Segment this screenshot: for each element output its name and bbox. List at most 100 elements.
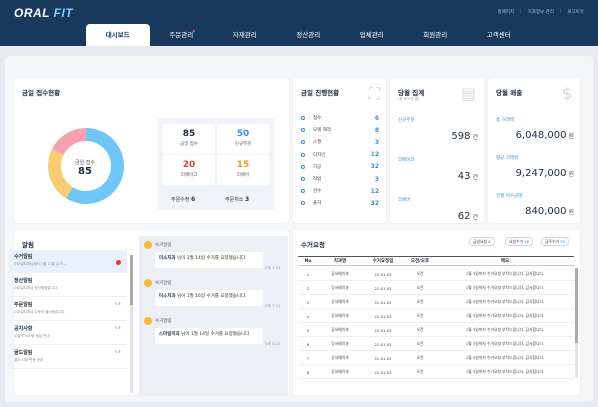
tab-2[interactable]: 자재관리 xyxy=(213,24,277,46)
new-dot xyxy=(193,30,195,32)
count-value: 43 건 xyxy=(410,171,478,182)
summary-pill[interactable]: 금일요청 8 xyxy=(469,237,495,246)
table-cell: 8 xyxy=(306,369,310,375)
alarm-time: 오후 xyxy=(114,326,121,330)
alarm-title: 수거알림 xyxy=(14,254,33,260)
count-unit: 건 xyxy=(472,134,478,141)
table-cell: 오전 xyxy=(416,313,424,318)
chat-bubble: 미소치과 님이 1월 16일 수거를 요청했습니다. xyxy=(155,290,263,306)
alarm-item[interactable]: 정산알림 스마일치과님 정산예정입니다. xyxy=(9,274,127,297)
summary-pill[interactable]: 요청수거 26 xyxy=(505,237,534,246)
alarm-item[interactable]: 주문알림 스마일치과님 주문이 들어왔습니다. 오후 xyxy=(9,298,127,321)
progress-name: 출하 xyxy=(313,201,322,207)
table-cell: 강서예치과 xyxy=(331,327,349,332)
table-scrollbar[interactable] xyxy=(575,268,578,378)
order-edit-label: 주문수정 xyxy=(171,197,190,203)
table-cell: 7 xyxy=(306,355,310,361)
top-links: 홈페이지 | 치과정보 관리 | 로그아웃 xyxy=(498,9,584,15)
progress-item[interactable]: 출하 32 xyxy=(301,198,379,208)
top-link[interactable]: 치과정보 관리 xyxy=(528,9,554,15)
tab-1[interactable]: 주문관리 xyxy=(150,24,214,46)
chat-clinic-name: 스마일치과 xyxy=(159,332,180,337)
pill-label: 요청수거 xyxy=(509,239,523,244)
table-cell: 22.01.03 xyxy=(374,285,392,291)
sales-label: 평균 거래액 xyxy=(496,156,519,161)
top-link[interactable]: 로그아웃 xyxy=(567,9,584,15)
count-unit: 건 xyxy=(472,214,478,221)
pill-value: 26 xyxy=(524,239,530,244)
sales-unit: 원 xyxy=(568,209,574,216)
progress-value: 12 xyxy=(370,187,379,195)
progress-value: 3 xyxy=(374,175,379,183)
alarm-item[interactable]: 공지사항 오랄핏 시스템 점검 안내 오후 xyxy=(9,322,127,345)
count-unit: 건 xyxy=(472,174,478,181)
table-cell: 22.01.03 xyxy=(374,341,392,347)
summary-pill[interactable]: 금주수거 35 xyxy=(541,237,570,246)
alarm-scroll-thumb[interactable] xyxy=(130,255,133,305)
alarm-scrollbar[interactable] xyxy=(130,255,133,393)
tab-0[interactable]: 대시보드 xyxy=(86,24,150,46)
card-title: 수거요청 xyxy=(301,241,325,249)
card-title: 알림 xyxy=(22,241,34,249)
progress-name: 가공 xyxy=(313,164,322,170)
tab-label: 회원관리 xyxy=(423,31,448,39)
progress-item[interactable]: 접수 6 xyxy=(301,113,379,123)
donut-slice-2 xyxy=(51,128,86,155)
tab-4[interactable]: 업체관리 xyxy=(340,24,404,46)
progress-item[interactable]: 작업 3 xyxy=(301,174,379,184)
table-cell: 22.01.03 xyxy=(374,369,392,375)
chat-time: 오후 3:24 xyxy=(264,266,280,270)
alarm-list: 수거알림 스마일치과님께서 1월 14일 수거... 정산알림 스마일치과님 정산예정… xyxy=(9,250,133,390)
progress-item[interactable]: 가공 32 xyxy=(301,162,379,172)
request-table-header: No 치과명 수거요청일 오전/오후 메모 xyxy=(298,256,574,266)
progress-value: 12 xyxy=(370,151,379,159)
count-value: 62 건 xyxy=(410,211,478,222)
table-row[interactable]: 8 강서예치과 22.01.03 오전 1월 3일까지 수거요청 부탁드립니다. 감사합… xyxy=(298,366,574,379)
alarm-detail-panel: 수거알림 미소치과 님이 1월 14일 수거를 요청했습니다. 오후 3:24 수거알… xyxy=(139,236,288,396)
circle-icon xyxy=(301,116,305,120)
alarm-time: 오후 xyxy=(114,350,121,354)
link-separator: | xyxy=(559,9,562,14)
progress-name: 디자인 xyxy=(313,152,326,158)
column-header: No xyxy=(304,258,312,264)
table-cell: 1월 3일까지 수거요청 부탁드립니다. 감사합니다. xyxy=(465,313,545,318)
tab-label: 주문관리 xyxy=(169,31,194,39)
table-row[interactable]: 7 강서예치과 22.01.03 오전 1월 3일까지 수거요청 부탁드립니다. 감사합… xyxy=(298,352,574,365)
alarm-item[interactable]: 수거알림 스마일치과님께서 1월 14일 수거... xyxy=(9,250,127,273)
circle-icon xyxy=(301,189,305,194)
table-row[interactable]: 4 강서예치과 22.01.03 오전 1월 3일까지 수거요청 부탁드립니다. 감사합… xyxy=(298,310,574,323)
alarm-title: 정산알림 xyxy=(14,278,33,284)
table-scroll-thumb[interactable] xyxy=(575,268,578,343)
table-row[interactable]: 6 강서예치과 22.01.03 오전 1월 3일까지 수거요청 부탁드립니다. 감사합… xyxy=(298,338,574,351)
alarm-item[interactable]: 골드알림 골드 시세 변동 안내 오후 xyxy=(9,346,127,369)
table-cell: 오전 xyxy=(416,341,424,346)
progress-item[interactable]: 디자인 12 xyxy=(301,150,379,160)
progress-item[interactable]: 검수 12 xyxy=(301,186,379,196)
table-cell: 강서예치과 xyxy=(331,355,349,360)
oralfit-logo[interactable]: ORAL FIT xyxy=(14,6,73,20)
top-link[interactable]: 홈페이지 xyxy=(498,9,515,15)
table-cell: 3 xyxy=(306,299,310,305)
order-cancel: 주문취소 3 xyxy=(225,196,249,203)
progress-value: 32 xyxy=(370,199,379,207)
chat-sender: 수거알림 xyxy=(155,319,172,324)
tab-3[interactable]: 정산관리 xyxy=(277,24,341,46)
table-row[interactable]: 3 강서예치과 22.01.03 오전 1월 3일까지 수거요청 부탁드립니다. 감사합… xyxy=(298,296,574,309)
chat-sender: 수거알림 xyxy=(155,281,172,286)
table-cell: 강서예치과 xyxy=(331,341,349,346)
circle-icon xyxy=(301,201,305,206)
table-cell: 22.01.03 xyxy=(374,355,392,361)
table-row[interactable]: 2 강서예치과 22.01.03 오전 1월 3일까지 수거요청 부탁드립니다. 감사합… xyxy=(298,282,574,295)
tab-5[interactable]: 회원관리 xyxy=(404,24,468,46)
progress-item[interactable]: 스캔 3 xyxy=(301,137,379,147)
circle-icon xyxy=(301,177,305,181)
table-row[interactable]: 5 강서예치과 22.01.03 오전 1월 3일까지 수거요청 부탁드립니다. 감사합… xyxy=(298,324,574,337)
progress-name: 접수 xyxy=(313,116,322,121)
sales-number: 840,000 xyxy=(525,206,567,217)
progress-item[interactable]: 모델 제작 8 xyxy=(301,125,379,135)
card-title: 금일 진행현황 xyxy=(301,89,340,97)
table-cell: 오전 xyxy=(416,285,424,290)
table-cell: 오전 xyxy=(416,327,424,332)
tab-6[interactable]: 고객센터 xyxy=(467,24,531,46)
table-row[interactable]: 1 강서예치과 22.01.03 오전 1월 3일까지 수거요청 부탁드립니다. 감사합… xyxy=(298,268,574,281)
